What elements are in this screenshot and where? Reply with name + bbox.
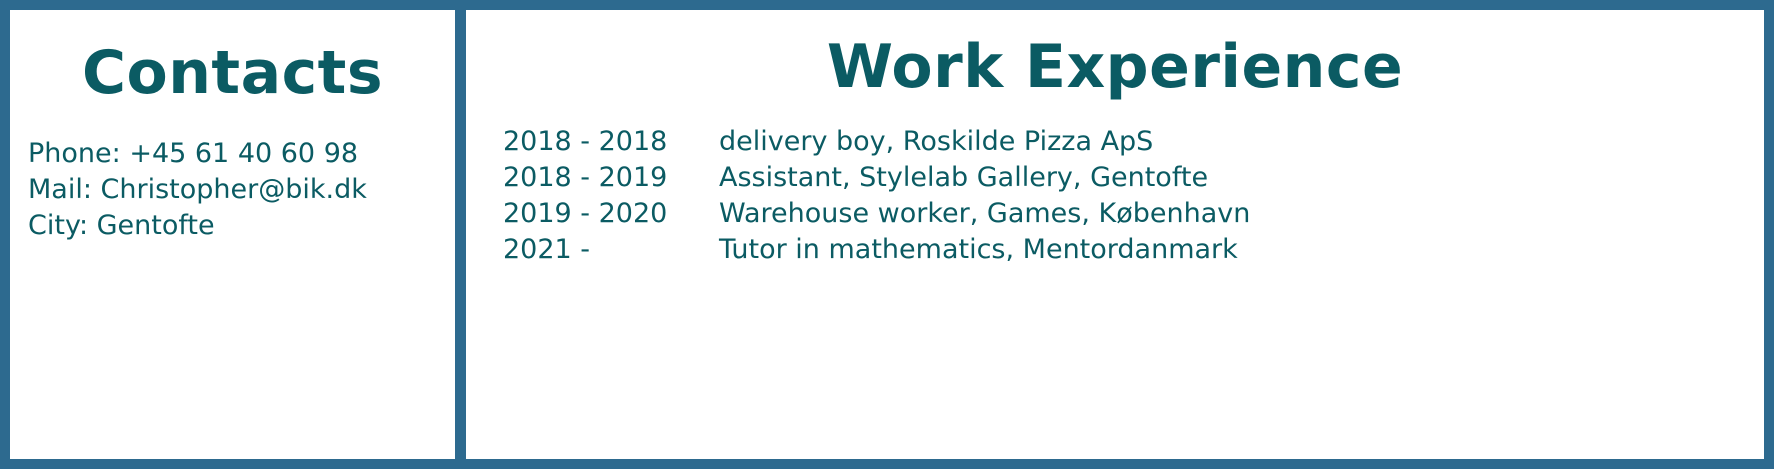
job-description: Assistant, Stylelab Gallery, Gentofte: [719, 162, 1209, 193]
job-description: delivery boy, Roskilde Pizza ApS: [719, 126, 1154, 157]
job-years: 2019 - 2020: [503, 198, 668, 229]
contact-mail: Mail: Christopher@bik.dk: [28, 174, 367, 205]
contact-city: City: Gentofte: [28, 210, 215, 241]
contacts-title: Contacts: [81, 38, 384, 108]
job-years: 2018 - 2019: [503, 162, 668, 193]
work-experience-title: Work Experience: [826, 32, 1404, 102]
job-description: Tutor in mathematics, Mentordanmark: [719, 234, 1238, 265]
job-row: 2021 - Tutor in mathematics, Mentordanma…: [503, 232, 1764, 268]
job-row: 2018 - 2018 delivery boy, Roskilde Pizza…: [503, 124, 1764, 160]
job-years: 2021 -: [503, 234, 591, 265]
job-row: 2018 - 2019 Assistant, Stylelab Gallery,…: [503, 160, 1764, 196]
contacts-panel: Contacts Phone: +45 61 40 60 98 Mail: Ch…: [10, 10, 455, 459]
contacts-list: Phone: +45 61 40 60 98 Mail: Christopher…: [10, 136, 455, 244]
job-description: Warehouse worker, Games, København: [719, 198, 1251, 229]
job-row: 2019 - 2020 Warehouse worker, Games, Køb…: [503, 196, 1764, 232]
contact-phone: Phone: +45 61 40 60 98: [28, 138, 359, 169]
job-list: 2018 - 2018 delivery boy, Roskilde Pizza…: [466, 124, 1764, 268]
job-years: 2018 - 2018: [503, 126, 668, 157]
work-experience-panel: Work Experience 2018 - 2018 delivery boy…: [466, 10, 1764, 459]
